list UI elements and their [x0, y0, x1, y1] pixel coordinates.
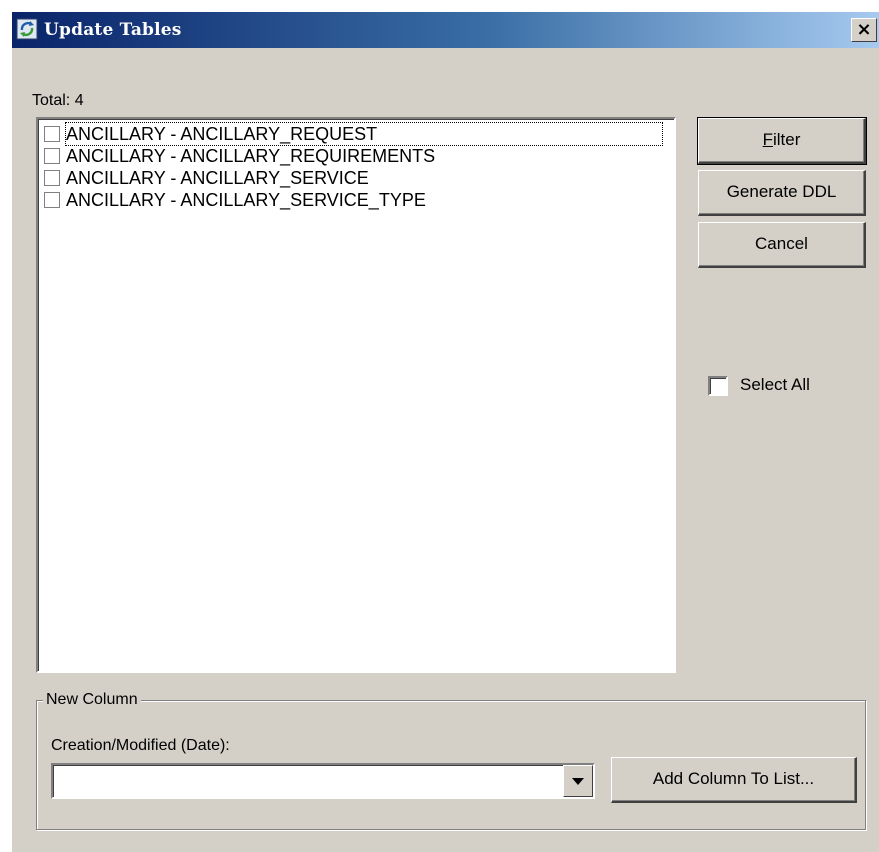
app-refresh-icon	[16, 18, 38, 40]
cancel-button[interactable]: Cancel	[698, 222, 866, 268]
dropdown-button[interactable]	[563, 765, 593, 797]
filter-label-rest: ilter	[772, 130, 801, 149]
date-field-label: Creation/Modified (Date):	[51, 737, 230, 754]
list-item[interactable]: ANCILLARY - ANCILLARY_REQUEST	[42, 122, 670, 146]
list-item-label: ANCILLARY - ANCILLARY_SERVICE_TYPE	[66, 190, 426, 210]
item-checkbox[interactable]	[44, 170, 60, 186]
list-item-label: ANCILLARY - ANCILLARY_REQUEST	[65, 122, 663, 146]
item-checkbox[interactable]	[44, 148, 60, 164]
title-bar[interactable]: Update Tables ×	[12, 12, 879, 48]
filter-button[interactable]: Filter	[697, 117, 867, 165]
item-checkbox[interactable]	[44, 126, 60, 142]
list-item-label: ANCILLARY - ANCILLARY_SERVICE	[66, 168, 369, 188]
close-button[interactable]: ×	[851, 18, 877, 42]
window-title: Update Tables	[44, 20, 182, 40]
new-column-group: New Column Creation/Modified (Date): Add…	[36, 690, 866, 830]
add-column-button[interactable]: Add Column To List...	[611, 757, 857, 803]
list-item[interactable]: ANCILLARY - ANCILLARY_REQUIREMENTS	[42, 145, 670, 167]
date-column-combobox[interactable]	[51, 763, 595, 799]
total-count-label: Total: 4	[32, 92, 84, 109]
select-all-label: Select All	[740, 375, 810, 394]
update-tables-dialog: Update Tables × Total: 4 ANCILLARY - ANC…	[10, 10, 879, 852]
list-item-label: ANCILLARY - ANCILLARY_REQUIREMENTS	[66, 146, 436, 166]
list-item[interactable]: ANCILLARY - ANCILLARY_SERVICE_TYPE	[42, 189, 670, 211]
select-all-box[interactable]	[708, 376, 728, 396]
group-title: New Column	[43, 690, 141, 710]
close-icon: ×	[856, 19, 872, 40]
filter-accelerator: F	[762, 130, 773, 149]
chevron-down-icon	[572, 778, 584, 785]
tables-checklist[interactable]: ANCILLARY - ANCILLARY_REQUEST ANCILLARY …	[36, 117, 676, 673]
generate-ddl-button[interactable]: Generate DDL	[698, 170, 866, 216]
item-checkbox[interactable]	[44, 192, 60, 208]
list-item[interactable]: ANCILLARY - ANCILLARY_SERVICE	[42, 167, 670, 189]
